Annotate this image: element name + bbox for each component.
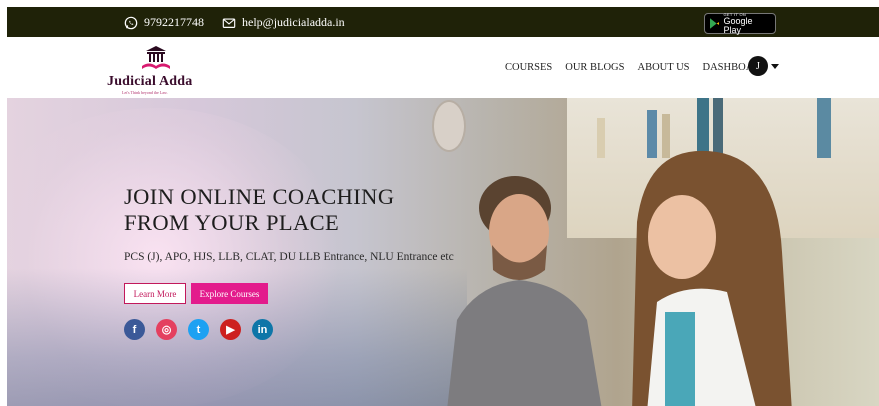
badge-big-text: Google Play — [723, 15, 753, 35]
logo-tagline: Let's Think beyond the Law. — [122, 90, 168, 95]
facebook-icon[interactable]: f — [124, 319, 145, 340]
twitter-icon[interactable]: t — [188, 319, 209, 340]
nav-about-us[interactable]: ABOUT US — [637, 62, 689, 73]
hero-student-male-image — [447, 176, 602, 406]
hero-banner: JOIN ONLINE COACHING FROM YOUR PLACE PCS… — [7, 98, 879, 406]
instagram-icon[interactable]: ◎ — [156, 319, 177, 340]
phone-number[interactable]: 9792217748 — [144, 15, 204, 30]
site-logo[interactable]: Judicial Adda Let's Think beyond the Law… — [107, 44, 211, 95]
nav-courses[interactable]: COURSES — [505, 62, 552, 73]
logo-name: Judicial Adda — [107, 74, 193, 89]
whatsapp-icon[interactable] — [124, 16, 138, 30]
top-contact-bar: 9792217748 help@judicialadda.in GET IT O… — [7, 7, 879, 37]
google-play-icon — [710, 18, 720, 29]
hero-subtitle: PCS (J), APO, HJS, LLB, CLAT, DU LLB Ent… — [124, 251, 454, 263]
hero-student-female-image — [632, 150, 792, 406]
page: 9792217748 help@judicialadda.in GET IT O… — [7, 7, 879, 406]
wall-clock-image — [432, 100, 466, 152]
courthouse-book-icon — [142, 46, 170, 69]
contact-info: 9792217748 help@judicialadda.in — [124, 15, 345, 30]
nav-our-blogs[interactable]: OUR BLOGS — [565, 62, 624, 73]
linkedin-icon[interactable]: in — [252, 319, 273, 340]
social-links: f ◎ t ▶ in — [124, 319, 273, 340]
learn-more-button[interactable]: Learn More — [124, 283, 186, 304]
hero-title: JOIN ONLINE COACHING FROM YOUR PLACE — [124, 184, 395, 235]
email-address[interactable]: help@judicialadda.in — [242, 15, 345, 30]
chevron-down-icon[interactable] — [771, 64, 779, 69]
mail-icon[interactable] — [222, 16, 236, 30]
nav-menu: COURSES OUR BLOGS ABOUT US DASHBOARD — [505, 62, 768, 73]
google-play-badge[interactable]: GET IT ON Google Play — [704, 12, 776, 35]
main-navbar: Judicial Adda Let's Think beyond the Law… — [7, 37, 879, 98]
explore-courses-button[interactable]: Explore Courses — [191, 283, 268, 304]
youtube-icon[interactable]: ▶ — [220, 319, 241, 340]
user-avatar[interactable]: J — [748, 56, 768, 76]
